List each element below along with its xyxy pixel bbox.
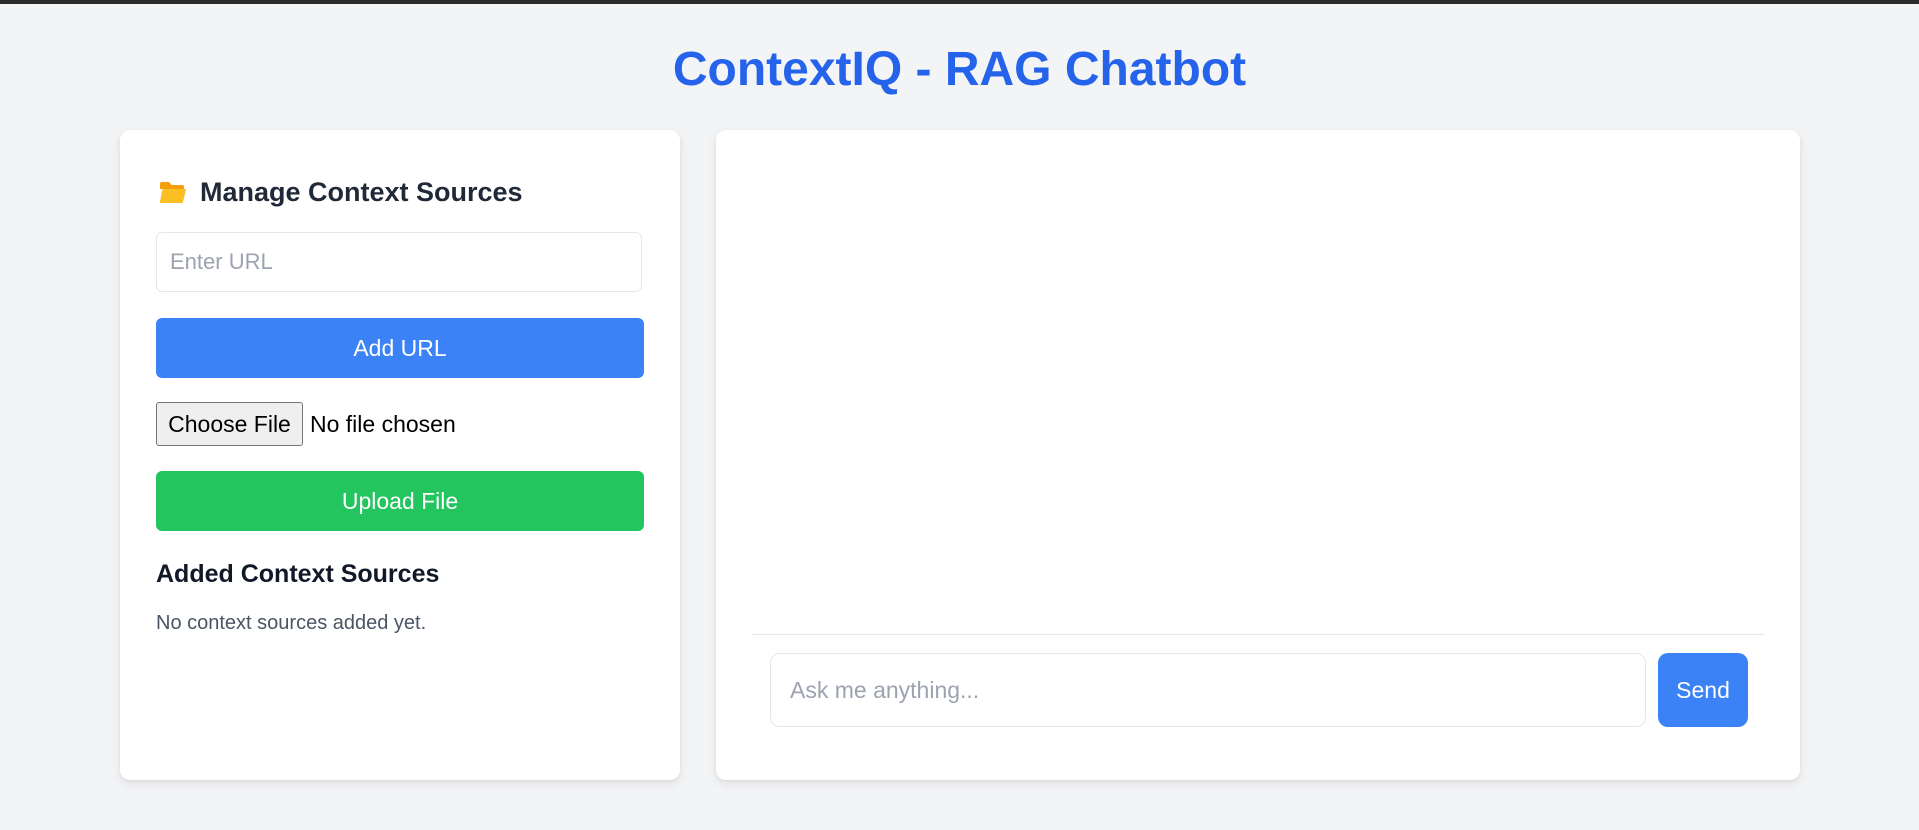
file-status-text: No file chosen [310, 410, 456, 437]
chat-divider [752, 634, 1764, 635]
folder-icon [158, 177, 188, 207]
page-title: ContextIQ - RAG Chatbot [672, 43, 1247, 96]
upload-file-button[interactable]: Upload File [156, 471, 644, 531]
added-sources-heading: Added Context Sources [156, 560, 440, 588]
chat-input[interactable] [770, 653, 1646, 727]
empty-sources-message: No context sources added yet. [156, 612, 427, 634]
sidebar-heading: Manage Context Sources [158, 172, 523, 212]
add-url-button[interactable]: Add URL [156, 318, 644, 378]
choose-file-button[interactable]: Choose File [156, 402, 303, 446]
url-input[interactable] [156, 232, 642, 292]
chat-panel: Send [716, 130, 1800, 780]
window-top-border [0, 0, 1919, 4]
sidebar-heading-text: Manage Context Sources [200, 176, 523, 207]
file-picker: Choose File No file chosen [156, 402, 456, 446]
send-button[interactable]: Send [1658, 653, 1748, 727]
context-sources-panel: Manage Context Sources Add URL Choose Fi… [120, 130, 680, 780]
chat-messages-area[interactable] [752, 166, 1764, 634]
